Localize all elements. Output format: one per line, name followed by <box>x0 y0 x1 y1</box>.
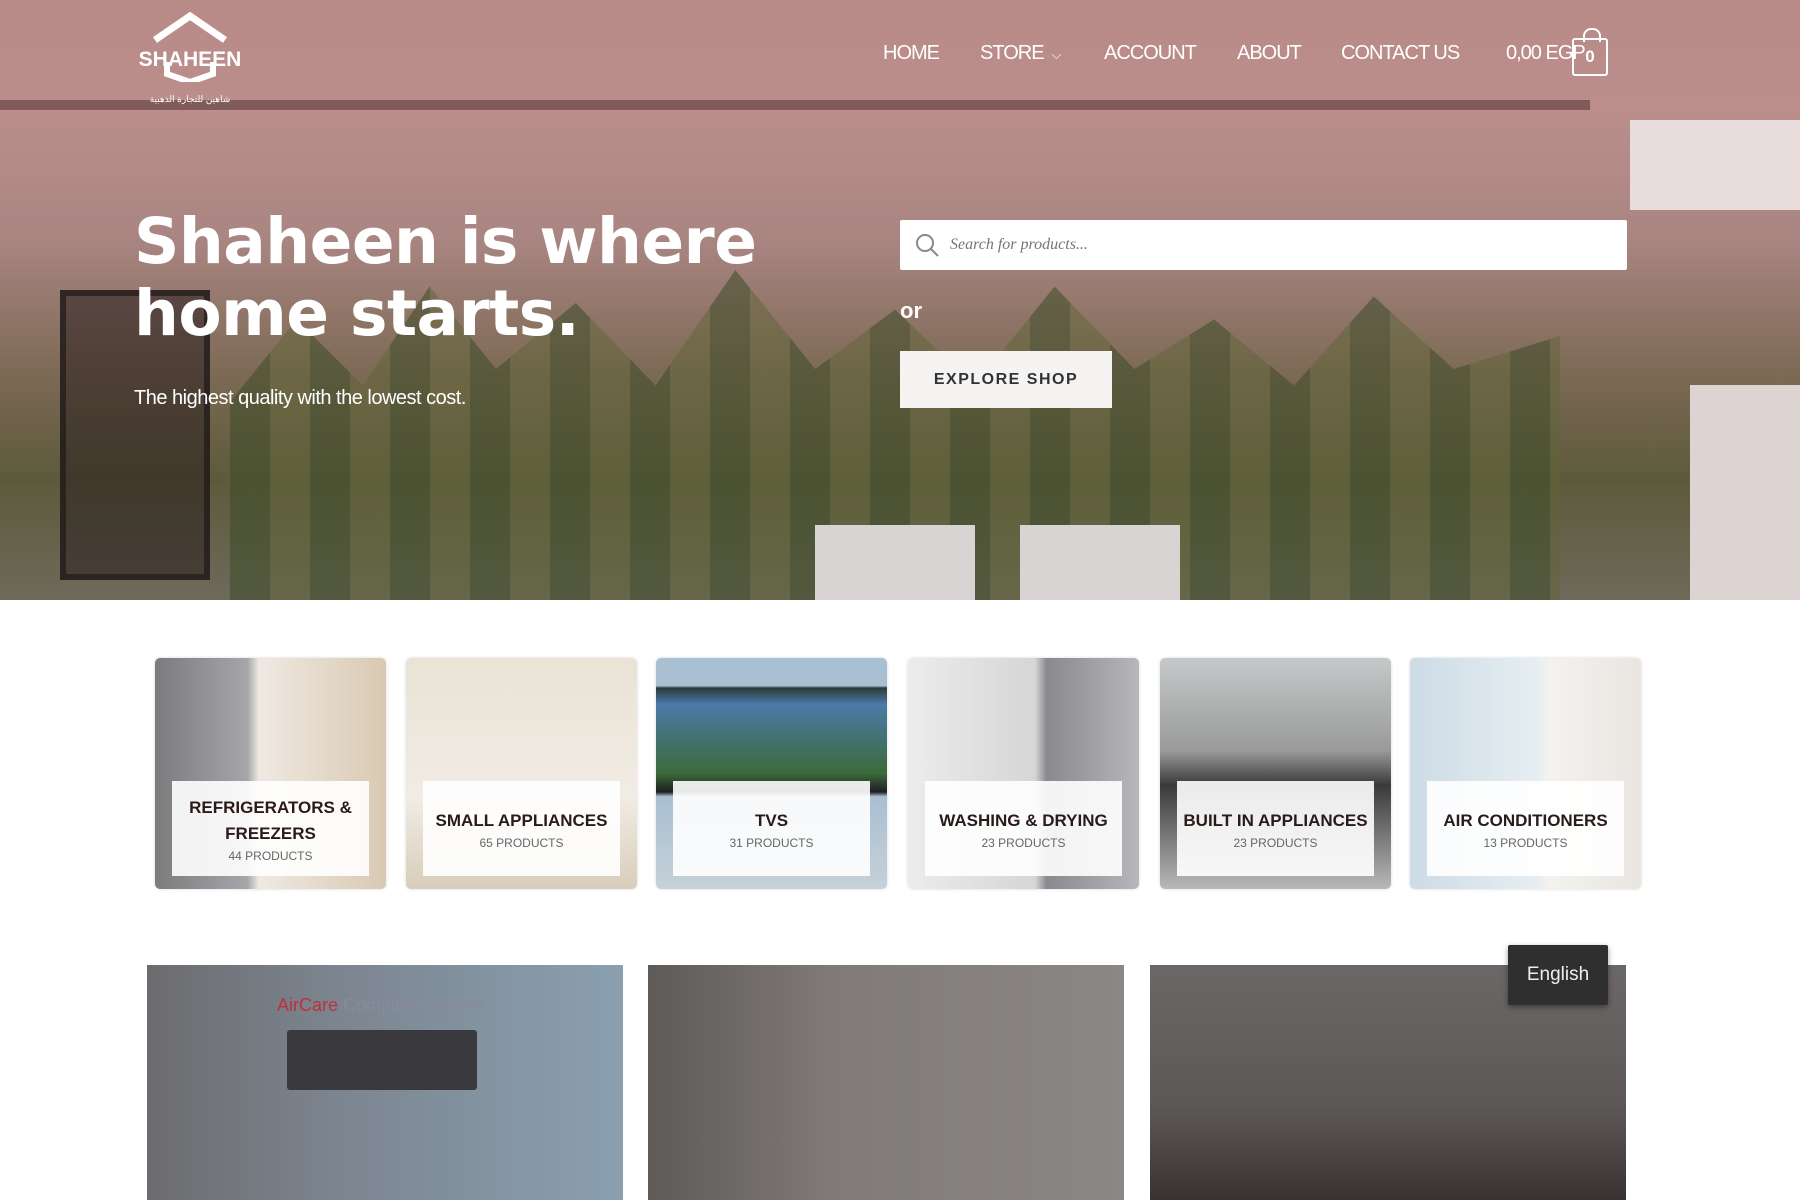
cart-bag-icon[interactable]: 0 <box>1572 28 1608 76</box>
category-title: TVS <box>754 810 789 830</box>
headline-line-2: home starts. <box>134 277 580 350</box>
category-card[interactable]: AIR CONDITIONERS 13 PRODUCTS <box>1410 658 1641 889</box>
logo-arabic: شاهين للتجارة الذهبية <box>149 94 231 104</box>
nav-about[interactable]: ABOUT <box>1237 42 1302 65</box>
nav-store-label: STORE <box>980 42 1045 64</box>
promo-banner-aircare[interactable]: AirCare Complete System <box>147 965 623 1200</box>
category-title: SMALL APPLIANCES <box>435 810 608 830</box>
nav-home[interactable]: HOME <box>883 42 940 65</box>
hero-subtitle: The highest quality with the lowest cost… <box>134 387 466 409</box>
search-input[interactable] <box>950 220 1610 270</box>
search-icon <box>916 234 939 257</box>
category-count: 23 PRODUCTS <box>981 835 1066 850</box>
category-title: REFRIGERATORS & FREEZERS <box>189 797 352 843</box>
category-title: WASHING & DRYING <box>939 810 1108 830</box>
category-card[interactable]: REFRIGERATORS & FREEZERS 44 PRODUCTS <box>155 658 386 889</box>
category-count: 13 PRODUCTS <box>1483 835 1568 850</box>
category-count: 31 PRODUCTS <box>729 835 814 850</box>
hero-bg-washer <box>1020 525 1180 600</box>
hero-headline: Shaheen is where home starts. <box>134 205 757 350</box>
aircare-brand: AirCare <box>277 995 339 1015</box>
promo-banner-hood[interactable] <box>648 965 1124 1200</box>
chevron-down-icon: ⌵ <box>1051 47 1062 62</box>
nav-contact[interactable]: CONTACT US <box>1341 42 1460 65</box>
logo-text: SHAHEEN <box>138 48 242 71</box>
category-title: BUILT IN APPLIANCES <box>1183 810 1368 830</box>
category-count: 65 PRODUCTS <box>479 835 564 850</box>
category-card[interactable]: WASHING & DRYING 23 PRODUCTS <box>908 658 1139 889</box>
category-count: 23 PRODUCTS <box>1233 835 1318 850</box>
product-search <box>900 220 1627 270</box>
category-card[interactable]: BUILT IN APPLIANCES 23 PRODUCTS <box>1160 658 1391 889</box>
banner-ac-unit <box>287 1030 477 1090</box>
cart-count: 0 <box>1585 47 1595 66</box>
headline-line-1: Shaheen is where <box>134 205 757 278</box>
aircare-logo-text: AirCare Complete System <box>277 995 485 1016</box>
language-switcher-button[interactable]: English <box>1508 945 1608 1005</box>
category-card[interactable]: TVS 31 PRODUCTS <box>656 658 887 889</box>
or-text: or <box>900 298 922 323</box>
nav-account[interactable]: ACCOUNT <box>1104 42 1197 65</box>
explore-shop-button[interactable]: EXPLORE SHOP <box>900 351 1112 408</box>
hero-bg-appliance <box>1690 385 1800 600</box>
category-card[interactable]: SMALL APPLIANCES 65 PRODUCTS <box>406 658 637 889</box>
hero-bg-ac <box>1630 120 1800 210</box>
hero-bg-washer <box>815 525 975 600</box>
logo[interactable]: SHAHEEN شاهين للتجارة الذهبية <box>135 12 245 104</box>
category-count: 44 PRODUCTS <box>228 848 313 863</box>
nav-store[interactable]: STORE ⌵ <box>980 42 1062 65</box>
category-title: AIR CONDITIONERS <box>1443 810 1608 830</box>
aircare-rest: Complete System <box>338 995 486 1015</box>
